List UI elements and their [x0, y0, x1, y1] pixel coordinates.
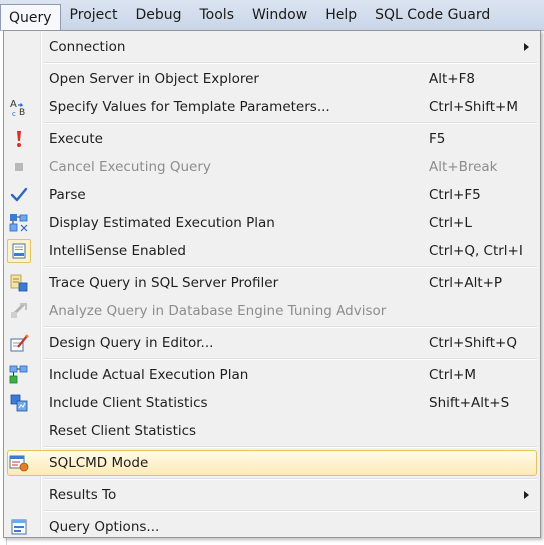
menu-item-reset-stats[interactable]: Reset Client Statistics — [4, 417, 540, 445]
execute-icon — [9, 129, 29, 149]
menu-item-shortcut: Ctrl+F5 — [429, 187, 481, 203]
menu-bar: Query Project Debug Tools Window Help SQ… — [0, 0, 544, 31]
menu-item-results-to[interactable]: Results To — [4, 481, 540, 509]
menu-item-label: IntelliSense Enabled — [49, 243, 187, 259]
menu-item-connection[interactable]: Connection — [4, 33, 540, 61]
client-statistics-icon — [9, 393, 29, 413]
menu-item-analyze-query[interactable]: Analyze Query in Database Engine Tuning … — [4, 297, 540, 325]
query-options-icon — [9, 517, 29, 537]
menu-item-sqlcmd-mode[interactable]: SQLCMD Mode — [4, 449, 540, 477]
menu-item-query-options[interactable]: Query Options... — [4, 513, 540, 541]
menu-item-cancel-executing[interactable]: Cancel Executing Query Alt+Break — [4, 153, 540, 181]
menu-item-label: Reset Client Statistics — [49, 423, 197, 439]
menu-item-label: Design Query in Editor... — [49, 335, 214, 351]
menu-help[interactable]: Help — [316, 0, 366, 30]
menu-item-intellisense[interactable]: IntelliSense Enabled Ctrl+Q, Ctrl+I — [4, 237, 540, 265]
menu-item-shortcut: Ctrl+M — [429, 367, 476, 383]
svg-text:B: B — [19, 108, 25, 117]
menu-item-label: Include Actual Execution Plan — [49, 367, 249, 383]
tuning-advisor-icon — [9, 301, 29, 321]
menu-item-design-query[interactable]: Design Query in Editor... Ctrl+Shift+Q — [4, 329, 540, 357]
menu-item-label: SQLCMD Mode — [49, 455, 149, 471]
menu-tools[interactable]: Tools — [191, 0, 244, 30]
menu-item-shortcut: Ctrl+Q, Ctrl+I — [429, 243, 523, 259]
execution-plan-icon — [9, 213, 29, 233]
menu-item-shortcut: Alt+Break — [429, 159, 498, 175]
template-parameters-icon: A B c — [9, 97, 29, 117]
menu-item-label: Query Options... — [49, 519, 160, 535]
menu-item-shortcut: Shift+Alt+S — [429, 395, 510, 411]
menu-item-specify-values[interactable]: A B c Specify Values for Template Parame… — [4, 93, 540, 121]
menu-item-label: Open Server in Object Explorer — [49, 71, 259, 87]
menu-item-label: Display Estimated Execution Plan — [49, 215, 275, 231]
menu-item-include-stats[interactable]: Include Client Statistics Shift+Alt+S — [4, 389, 540, 417]
menu-item-shortcut: F5 — [429, 131, 446, 147]
menu-item-label: Trace Query in SQL Server Profiler — [49, 275, 279, 291]
svg-text:A: A — [10, 99, 17, 110]
menu-item-shortcut: Ctrl+L — [429, 215, 472, 231]
menu-item-label: Specify Values for Template Parameters..… — [49, 99, 330, 115]
menu-window[interactable]: Window — [243, 0, 316, 30]
menu-project[interactable]: Project — [61, 0, 127, 30]
svg-text:c: c — [12, 110, 16, 117]
menu-item-label: Include Client Statistics — [49, 395, 208, 411]
menu-item-shortcut: Ctrl+Alt+P — [429, 275, 503, 291]
query-dropdown-menu: Connection Open Server in Object Explore… — [3, 30, 541, 538]
menu-item-shortcut: Ctrl+Shift+M — [429, 99, 518, 115]
intellisense-icon — [9, 241, 29, 261]
checkmark-icon — [9, 185, 29, 205]
profiler-icon — [9, 273, 29, 293]
menu-item-shortcut: Alt+F8 — [429, 71, 475, 87]
design-query-icon — [9, 333, 29, 353]
menu-item-execute[interactable]: Execute F5 — [4, 125, 540, 153]
menu-item-shortcut: Ctrl+Shift+Q — [429, 335, 517, 351]
menu-sql-code-guard[interactable]: SQL Code Guard — [366, 0, 499, 30]
sqlcmd-mode-icon — [9, 453, 29, 473]
menu-item-label: Analyze Query in Database Engine Tuning … — [49, 303, 387, 319]
menu-item-open-server[interactable]: Open Server in Object Explorer Alt+F8 — [4, 65, 540, 93]
menu-item-include-plan[interactable]: Include Actual Execution Plan Ctrl+M — [4, 361, 540, 389]
menu-item-label: Execute — [49, 131, 103, 147]
submenu-arrow-icon — [524, 43, 529, 51]
menu-item-display-plan[interactable]: Display Estimated Execution Plan Ctrl+L — [4, 209, 540, 237]
menu-item-parse[interactable]: Parse Ctrl+F5 — [4, 181, 540, 209]
menu-debug[interactable]: Debug — [126, 0, 190, 30]
menu-item-label: Connection — [49, 39, 126, 55]
menu-item-label: Parse — [49, 187, 86, 203]
actual-plan-icon — [9, 365, 29, 385]
stop-icon — [9, 157, 29, 177]
menu-item-label: Cancel Executing Query — [49, 159, 211, 175]
submenu-arrow-icon — [524, 491, 529, 499]
menu-item-trace-query[interactable]: Trace Query in SQL Server Profiler Ctrl+… — [4, 269, 540, 297]
menu-item-label: Results To — [49, 487, 117, 503]
menu-query[interactable]: Query — [0, 4, 61, 30]
